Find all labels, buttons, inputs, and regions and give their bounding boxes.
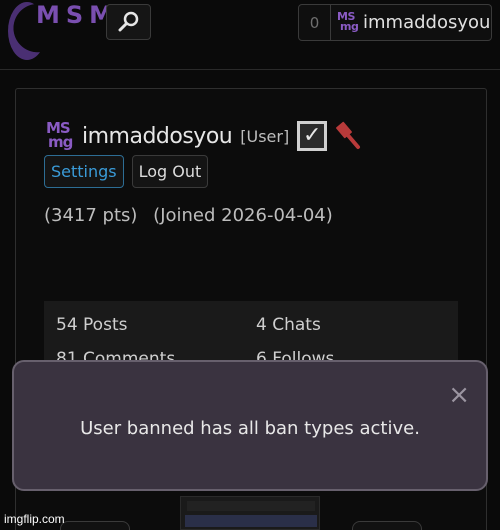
thumbnail-strip (185, 515, 317, 527)
posts-count[interactable]: 54 Posts (56, 315, 127, 335)
user-menu[interactable]: 0 MS mg immaddosyou (298, 4, 492, 41)
points-count: (3417 pts) (44, 205, 138, 226)
header-username[interactable]: immaddosyou (363, 12, 490, 33)
bottom-right-button[interactable] (352, 521, 422, 530)
toast-notification: × User banned has all ban types active. (12, 360, 488, 491)
search-button[interactable] (106, 4, 151, 40)
post-thumbnail[interactable] (180, 496, 320, 530)
profile-avatar-icon: MS mg (46, 119, 73, 151)
chats-count[interactable]: 4 Chats (256, 315, 321, 335)
logout-button[interactable]: Log Out (131, 155, 209, 188)
top-nav-bar: MSMG 0 MS mg immaddosyou (0, 0, 500, 70)
profile-meta: (3417 pts) (Joined 2026-04-04) (44, 205, 333, 226)
account-actions: Settings Log Out (44, 155, 209, 188)
close-icon[interactable]: × (448, 382, 470, 408)
imgflip-watermark: imgflip.com (4, 512, 65, 526)
profile-username: immaddosyou (82, 123, 233, 149)
profile-heading: MS mg immaddosyou [User] ✓ (44, 119, 363, 153)
user-avatar-icon: MS mg (337, 9, 359, 33)
thumbnail-top-bar (187, 501, 315, 511)
site-logo[interactable]: MSMG (36, 2, 139, 29)
search-icon (118, 11, 138, 32)
bottom-left-button[interactable] (60, 521, 130, 530)
toast-message: User banned has all ban types active. (80, 418, 420, 439)
checkbox-icon: ✓ (297, 121, 328, 151)
notification-count[interactable]: 0 (299, 5, 331, 40)
user-role-label: [User] (240, 126, 290, 146)
gavel-icon (336, 121, 361, 149)
joined-date: (Joined 2026-04-04) (153, 205, 333, 226)
settings-button[interactable]: Settings (44, 155, 124, 188)
